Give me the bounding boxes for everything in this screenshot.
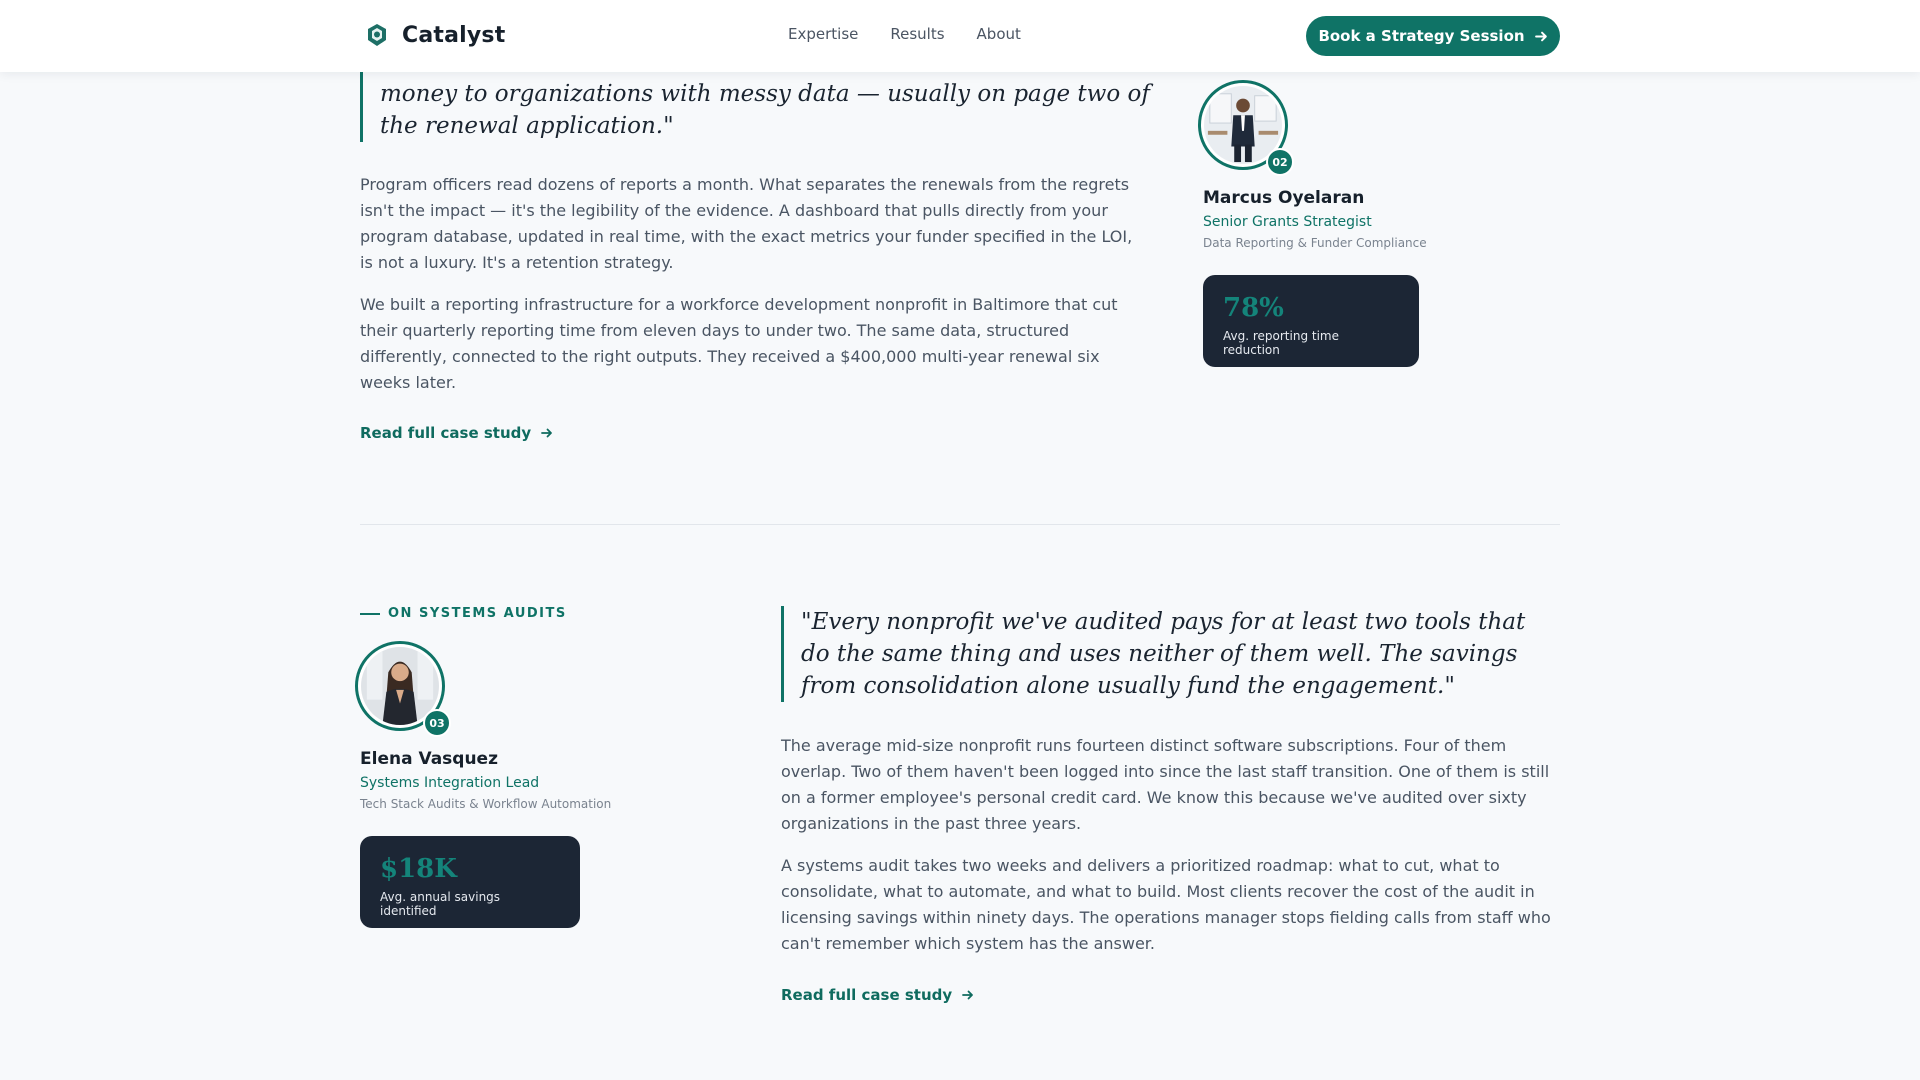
case-study-link[interactable]: Read full case study: [360, 423, 553, 442]
catalyst-logo-icon: [368, 24, 386, 46]
arrow-right-icon: [541, 428, 553, 438]
body-paragraph: The average mid-size nonprofit runs four…: [781, 736, 1550, 833]
eyebrow-rule: [360, 612, 380, 615]
person-role: Senior Grants Strategist: [1203, 214, 1372, 230]
avatar-marcus: 02: [1198, 80, 1294, 176]
arrow-right-icon: [962, 990, 974, 1000]
nav-link-expertise[interactable]: Expertise: [788, 25, 858, 43]
stat-card: $18K Avg. annual savings identified: [360, 836, 580, 928]
person-info: Marcus Oyelaran Senior Grants Strategist…: [1203, 188, 1427, 250]
body-paragraph: Program officers read dozens of reports …: [360, 175, 1133, 272]
eyebrow-text: ON SYSTEMS AUDITS: [388, 606, 567, 621]
pull-quote-text: "Every nonprofit we've audited pays for …: [801, 609, 1526, 699]
section-divider: [360, 524, 1560, 525]
page: Catalyst Expertise Results About Book a …: [0, 0, 1920, 1080]
section-eyebrow: ON SYSTEMS AUDITS: [360, 606, 567, 621]
body-paragraph: We built a reporting infrastructure for …: [360, 295, 1118, 392]
person-focus: Tech Stack Audits & Workflow Automation: [360, 797, 612, 811]
brand[interactable]: Catalyst: [364, 22, 505, 48]
body-paragraph: A systems audit takes two weeks and deli…: [781, 856, 1551, 953]
case-study-link-label: Read full case study: [360, 424, 532, 442]
main-nav: Expertise Results About: [788, 25, 1021, 43]
person-info: Elena Vasquez Systems Integration Lead T…: [360, 749, 611, 811]
case-study-link[interactable]: Read full case study: [781, 985, 974, 1004]
stat-label: Avg. reporting time reduction: [1223, 329, 1339, 357]
book-strategy-session-button[interactable]: Book a Strategy Session: [1306, 16, 1560, 56]
person-name: Marcus Oyelaran: [1203, 188, 1365, 208]
stat-card: 78% Avg. reporting time reduction: [1203, 275, 1419, 367]
site-header: Catalyst Expertise Results About Book a …: [0, 0, 1920, 72]
brand-name: Catalyst: [402, 22, 506, 48]
article-body: Program officers read dozens of reports …: [360, 172, 1140, 396]
case-study-link-label: Read full case study: [781, 986, 953, 1004]
person-name: Elena Vasquez: [360, 749, 498, 769]
article-body: The average mid-size nonprofit runs four…: [781, 733, 1563, 957]
arrow-right-icon: [1534, 31, 1547, 41]
avatar-elena: 03: [355, 641, 451, 737]
person-number-badge: 02: [1266, 148, 1294, 176]
person-number-badge: 03: [423, 709, 451, 737]
pull-quote: "Every nonprofit we've audited pays for …: [781, 606, 1561, 702]
pull-quote: money to organizations with messy data —…: [360, 60, 1160, 142]
pull-quote-text: money to organizations with messy data —…: [380, 81, 1150, 139]
stat-value: $18K: [380, 854, 457, 884]
nav-link-results[interactable]: Results: [890, 25, 944, 43]
stat-value: 78%: [1223, 293, 1284, 323]
nav-link-about[interactable]: About: [977, 25, 1021, 43]
stat-label: Avg. annual savings identified: [380, 890, 501, 918]
person-focus: Data Reporting & Funder Compliance: [1203, 236, 1427, 250]
person-role: Systems Integration Lead: [360, 775, 540, 791]
cta-label: Book a Strategy Session: [1318, 27, 1525, 45]
